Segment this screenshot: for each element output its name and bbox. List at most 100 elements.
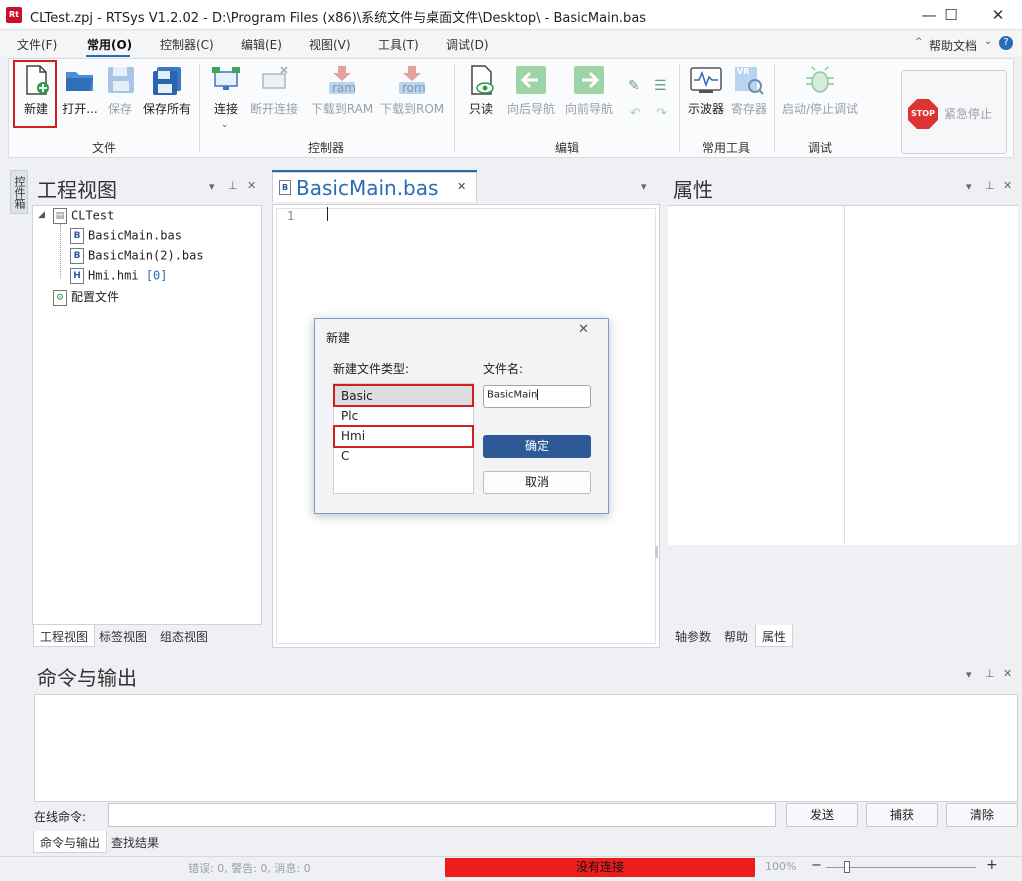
editor-tabs-dropdown-icon[interactable]: ▾ (641, 180, 647, 193)
new-button-highlight (13, 60, 57, 128)
register-button[interactable]: VR 寄存器 (729, 64, 769, 117)
oscilloscope-button[interactable]: 示波器 (686, 64, 726, 117)
redo-icon[interactable]: ↷ (656, 106, 667, 121)
dialog-close-icon[interactable]: ✕ (578, 322, 589, 337)
zoom-slider-thumb[interactable] (844, 861, 850, 873)
zoom-in-button[interactable]: + (986, 857, 998, 873)
tab-tag-view[interactable]: 标签视图 (93, 625, 153, 647)
menu-common[interactable]: 常用(O) (87, 36, 132, 53)
menu-file[interactable]: 文件(F) (17, 36, 57, 53)
group-label-file: 文件 (92, 141, 117, 155)
open-button[interactable]: 打开... (60, 64, 100, 117)
basic-file-icon: B (70, 228, 84, 244)
group-label-edit: 编辑 (555, 141, 580, 155)
download-rom-button[interactable]: rom 下载到ROM (380, 64, 444, 117)
tab-axis-params[interactable]: 轴参数 (669, 625, 717, 647)
tab-project-view[interactable]: 工程视图 (33, 625, 96, 647)
disconnect-button[interactable]: 断开连接 (248, 64, 300, 117)
help-icon[interactable]: ? (999, 36, 1013, 50)
undo-icon[interactable]: ↶ (630, 106, 641, 121)
file-type-plc[interactable]: Plc (334, 406, 473, 426)
group-label-tools: 常用工具 (702, 141, 751, 155)
chevron-down-icon[interactable]: ⌄ (984, 36, 992, 47)
close-button[interactable]: ✕ (975, 0, 1021, 30)
tab-config-view[interactable]: 组态视图 (154, 625, 214, 647)
menu-debug[interactable]: 调试(D) (446, 36, 489, 53)
command-panel-title: 命令与输出 (37, 666, 137, 690)
tab-command-output[interactable]: 命令与输出 (33, 831, 108, 853)
group-separator (679, 64, 680, 152)
text-cursor (327, 207, 328, 221)
download-ram-button[interactable]: ram 下载到RAM (310, 64, 374, 117)
readonly-eye-icon (464, 64, 498, 96)
online-command-input[interactable] (108, 803, 776, 827)
zoom-out-button[interactable]: − (811, 858, 822, 873)
tree-item-basicmain[interactable]: B BasicMain.bas (70, 228, 182, 244)
send-button[interactable]: 发送 (786, 803, 858, 827)
tab-help[interactable]: 帮助 (718, 625, 754, 647)
oscilloscope-icon (689, 64, 723, 96)
tree-item-hmi[interactable]: H Hmi.hmi [0] (70, 268, 168, 284)
filename-label: 文件名: (483, 362, 524, 376)
edit-list-icon[interactable]: ☰ (654, 78, 667, 94)
start-stop-debug-button[interactable]: 启动/停止调试 (782, 64, 858, 117)
save-icon (104, 64, 138, 96)
clear-button[interactable]: 清除 (946, 803, 1018, 827)
text-cursor (537, 389, 539, 400)
editor-tab-close-icon[interactable]: ✕ (457, 180, 466, 193)
connect-dropdown-icon[interactable]: ⌄ (221, 120, 229, 130)
menu-tools[interactable]: 工具(T) (378, 36, 419, 53)
editor-scroll-grip[interactable] (655, 546, 658, 558)
pin-icon[interactable]: ⊥ (985, 667, 995, 680)
menu-controller[interactable]: 控制器(C) (160, 36, 214, 53)
panel-menu-icon[interactable]: ▾ (209, 180, 215, 193)
group-label-debug: 调试 (808, 141, 833, 155)
panel-close-icon[interactable]: ✕ (1003, 667, 1012, 680)
maximize-button[interactable]: ☐ (928, 0, 974, 30)
tree-item-basicmain2[interactable]: B BasicMain(2).bas (70, 248, 204, 264)
filename-input[interactable]: BasicMain (483, 385, 591, 408)
save-all-icon (150, 64, 184, 96)
cancel-button[interactable]: 取消 (483, 471, 591, 494)
editor-tab[interactable]: B BasicMain.bas ✕ (272, 172, 477, 202)
panel-menu-icon[interactable]: ▾ (966, 668, 972, 681)
readonly-button[interactable]: 只读 (464, 64, 498, 117)
capture-button[interactable]: 捕获 (866, 803, 938, 827)
app-icon: Rt (6, 7, 22, 23)
line-number: 1 (287, 209, 295, 223)
tab-properties[interactable]: 属性 (755, 625, 794, 647)
menu-edit[interactable]: 编辑(E) (241, 36, 282, 53)
panel-menu-icon[interactable]: ▾ (966, 180, 972, 193)
panel-close-icon[interactable]: ✕ (247, 179, 256, 192)
output-area (34, 694, 1018, 802)
tree-root[interactable]: ▤ CLTest (53, 208, 114, 224)
menu-view[interactable]: 视图(V) (309, 36, 351, 53)
tree-expand-icon[interactable]: ◢ (38, 210, 45, 220)
project-panel-title: 工程视图 (37, 178, 117, 202)
collapse-ribbon-icon[interactable]: ^ (915, 37, 923, 47)
file-type-c[interactable]: C (334, 446, 473, 466)
group-label-controller: 控制器 (308, 141, 345, 155)
panel-close-icon[interactable]: ✕ (1003, 179, 1012, 192)
menu-bar: 文件(F) 常用(O) 控制器(C) 编辑(E) 视图(V) 工具(T) 调试(… (0, 31, 1022, 57)
save-button[interactable]: 保存 (104, 64, 136, 117)
tab-find-results[interactable]: 查找结果 (105, 831, 165, 853)
bug-icon (803, 64, 837, 96)
ok-button[interactable]: 确定 (483, 435, 591, 458)
tree-item-config[interactable]: ⚙ 配置文件 (53, 288, 119, 306)
help-doc-link[interactable]: 帮助文档 (929, 37, 977, 54)
stop-icon: STOP (908, 99, 938, 129)
edit-note-icon[interactable]: ✎ (628, 78, 640, 94)
toolbox-side-tab[interactable]: 控件箱 (10, 170, 28, 214)
active-menu-indicator (86, 55, 130, 57)
nav-back-button[interactable]: 向后导航 (505, 64, 557, 117)
nav-forward-button[interactable]: 向前导航 (563, 64, 615, 117)
pin-icon[interactable]: ⊥ (985, 179, 995, 192)
properties-divider[interactable] (844, 205, 845, 543)
connect-button[interactable]: 连接 (208, 64, 244, 117)
connect-icon (209, 64, 243, 96)
pin-icon[interactable]: ⊥ (228, 179, 238, 192)
basic-file-icon: B (70, 248, 84, 264)
arrow-left-icon (514, 64, 548, 96)
save-all-button[interactable]: 保存所有 (142, 64, 192, 117)
